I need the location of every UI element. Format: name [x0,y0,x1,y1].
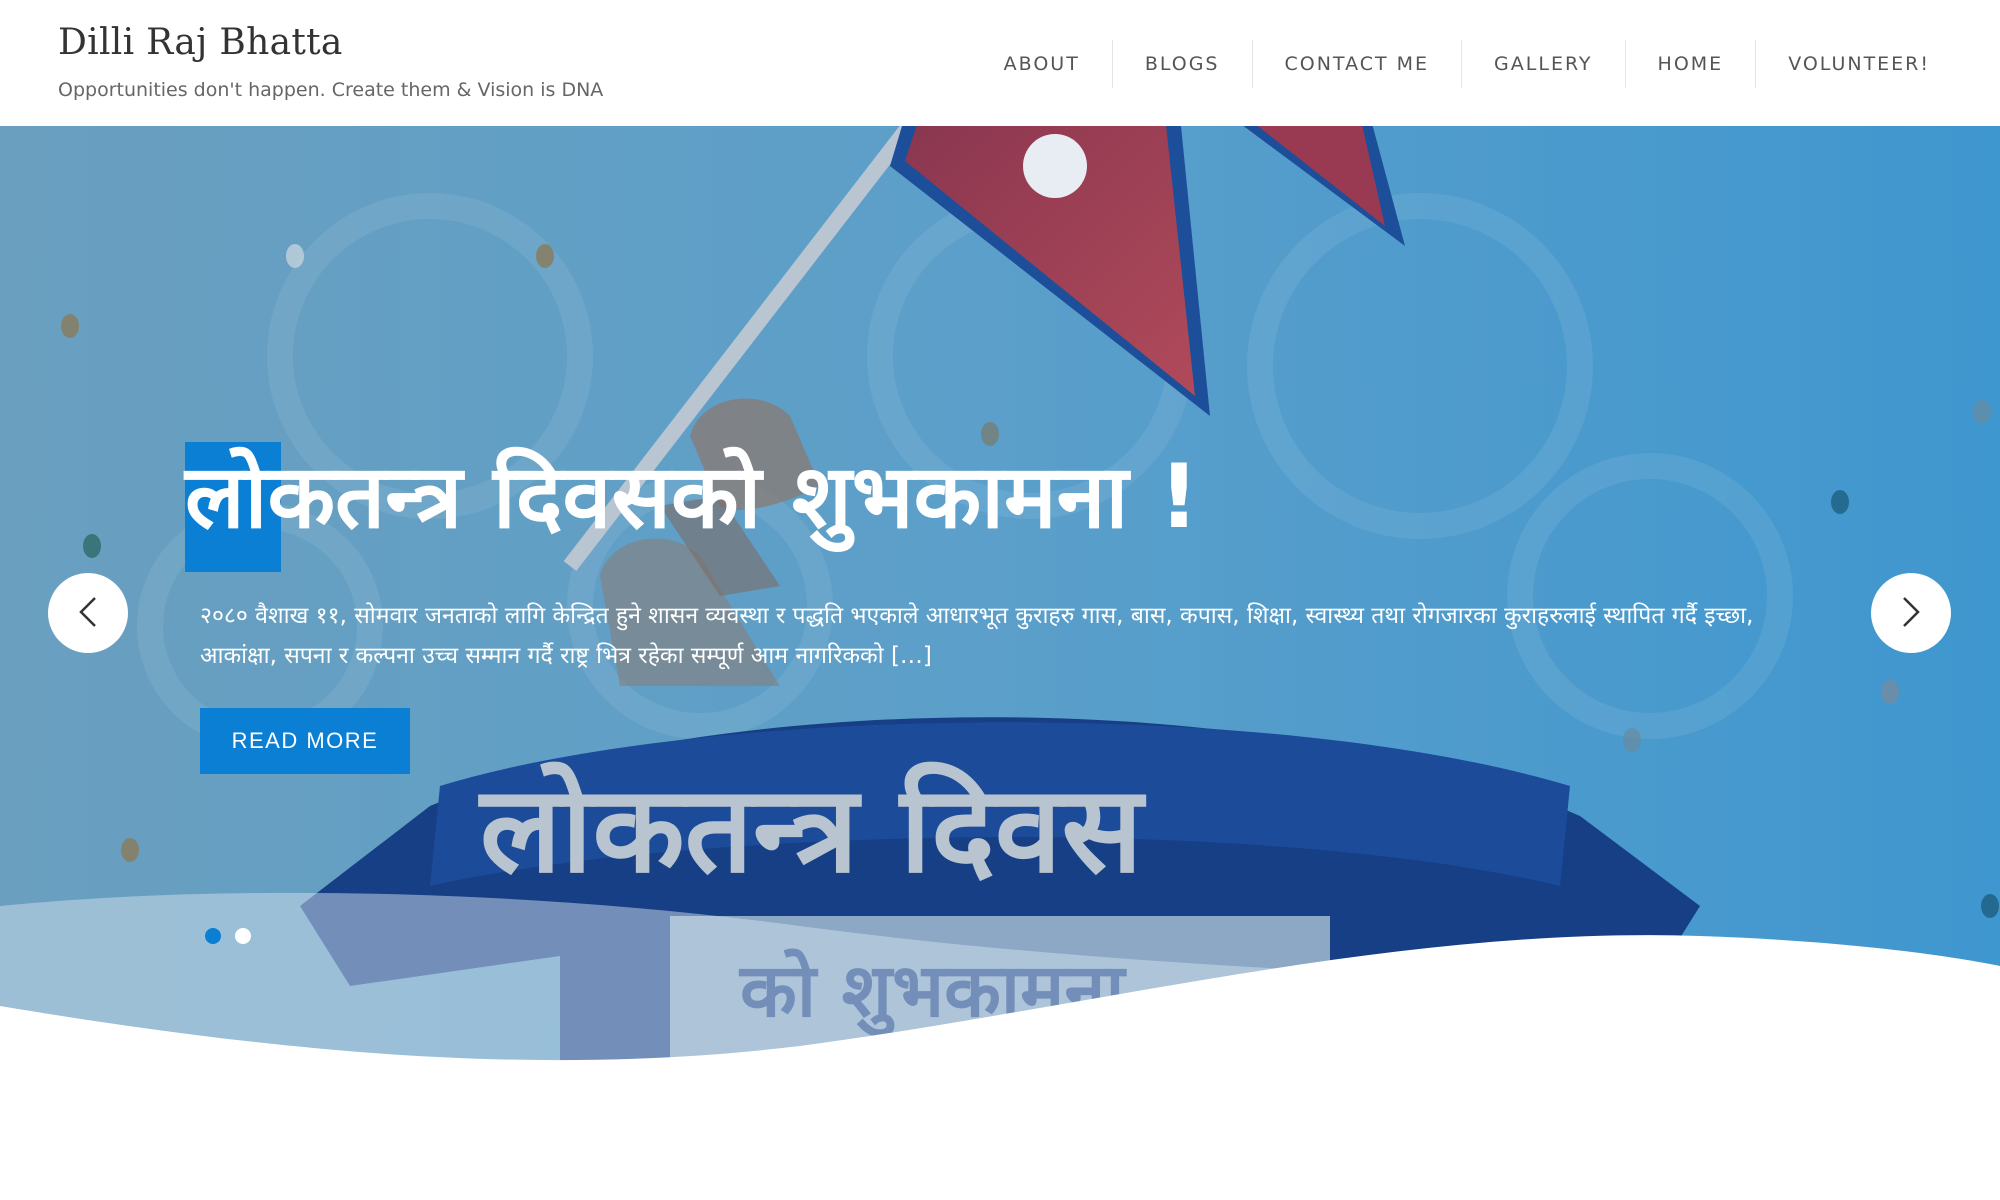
slider-dot-2[interactable] [235,928,251,944]
nav-item-gallery[interactable]: GALLERY [1461,40,1625,88]
slider-pagination [205,928,251,944]
site-tagline: Opportunities don't happen. Create them … [58,79,604,101]
slide-excerpt: २०८० वैशाख ११, सोमवार जनताको लागि केन्द्… [200,603,1754,669]
site-header: Dilli Raj Bhatta Opportunities don't hap… [0,0,2000,126]
main-nav: ABOUT BLOGS CONTACT ME GALLERY HOME VOLU… [972,40,1962,88]
hero-slider: लोकतन्त्र दिवस को शुभकामना लोकतन्त्र दिव… [0,126,2000,1200]
nav-item-volunteer[interactable]: VOLUNTEER! [1755,40,1962,88]
chevron-left-icon [77,595,99,632]
slide-content: लोकतन्त्र दिवसको शुभकामना ! २०८० वैशाख १… [0,126,2000,1200]
nav-item-about[interactable]: ABOUT [972,40,1112,88]
site-title[interactable]: Dilli Raj Bhatta [58,22,343,63]
slide-title[interactable]: लोकतन्त्र दिवसको शुभकामना ! [185,444,1199,550]
nav-item-blogs[interactable]: BLOGS [1111,40,1252,88]
slider-next-button[interactable] [1871,573,1951,653]
slider-dot-1[interactable] [205,928,221,944]
chevron-right-icon [1900,595,1922,632]
nav-item-home[interactable]: HOME [1624,40,1756,88]
nav-item-contact-me[interactable]: CONTACT ME [1251,40,1462,88]
read-more-button[interactable]: READ MORE [200,708,410,774]
slider-prev-button[interactable] [48,573,128,653]
